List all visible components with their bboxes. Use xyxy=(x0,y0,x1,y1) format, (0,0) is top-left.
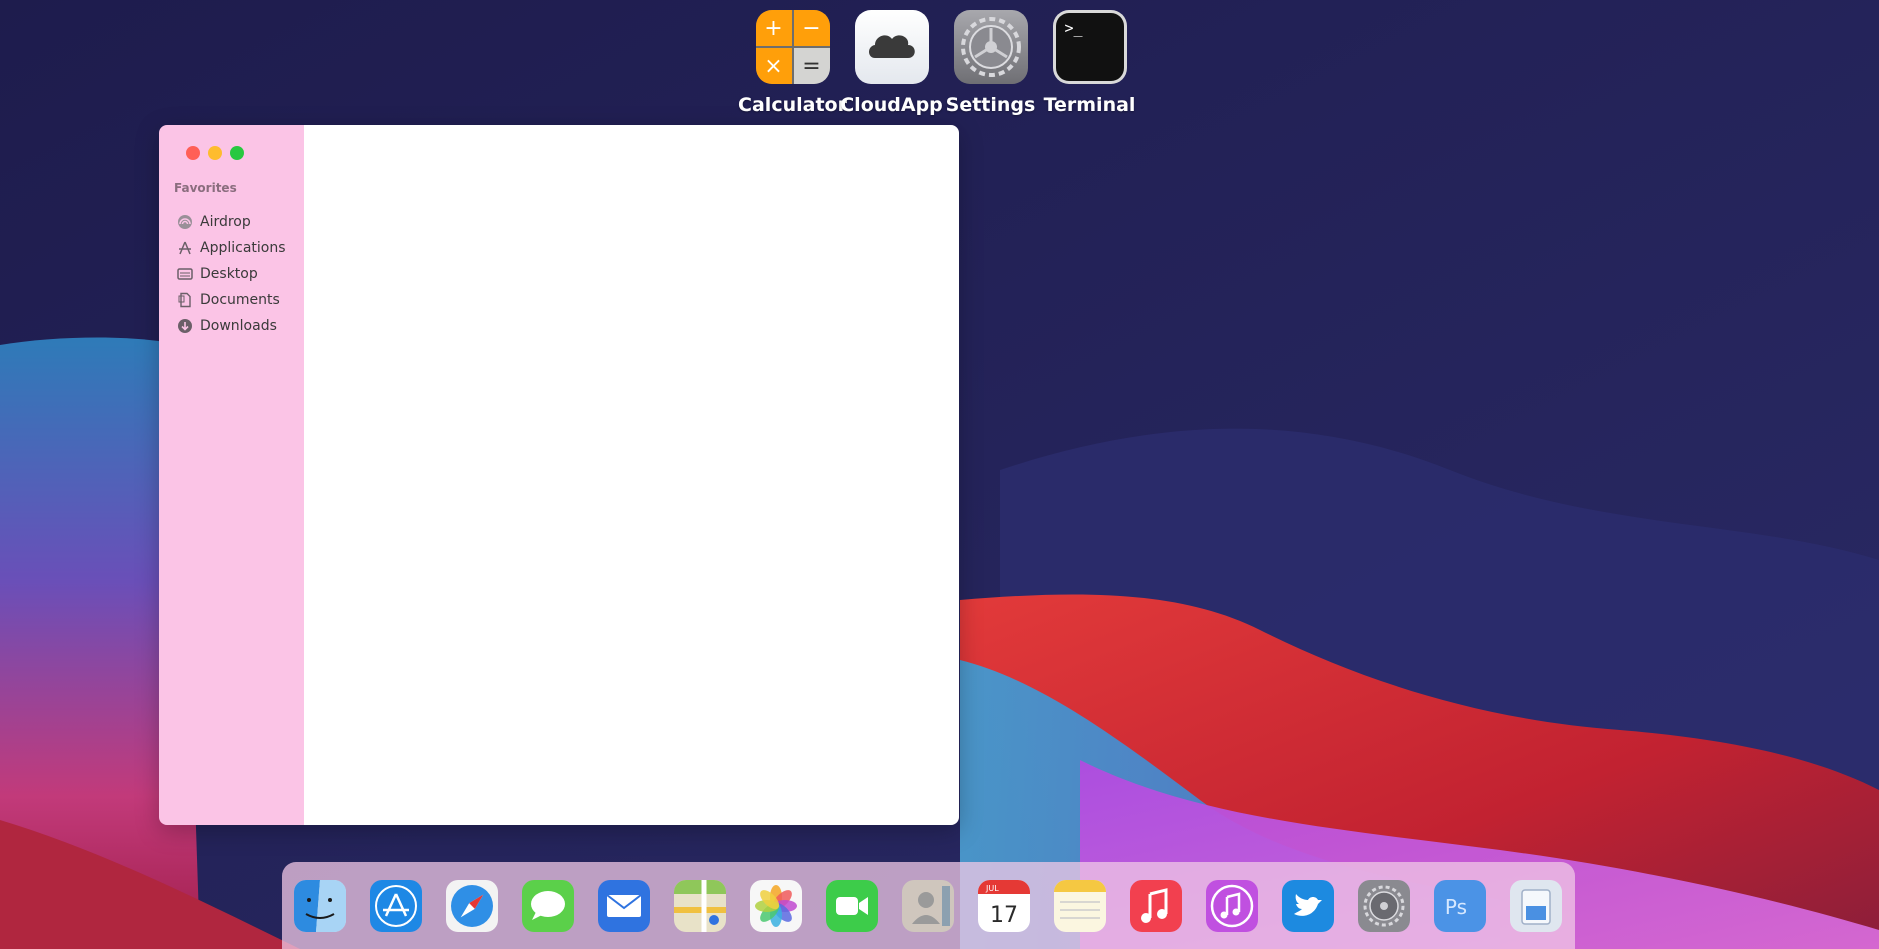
dock-facetime[interactable] xyxy=(826,879,878,932)
window-controls xyxy=(186,146,244,160)
facetime-icon xyxy=(826,879,878,932)
desktop-app-calculator[interactable]: + − × = Calculator xyxy=(738,10,847,116)
dock-maps[interactable] xyxy=(674,879,726,932)
twitter-icon xyxy=(1282,879,1334,932)
dock-contacts[interactable] xyxy=(902,879,954,932)
dock: JUL 17 Ps xyxy=(282,862,1575,949)
airdrop-icon xyxy=(176,213,194,231)
photoshop-icon: Ps xyxy=(1434,879,1486,932)
mail-icon xyxy=(598,879,650,932)
desktop-icon xyxy=(176,265,194,283)
sidebar-item-label: Applications xyxy=(200,240,286,256)
desktop-app-label: Calculator xyxy=(738,94,847,116)
dock-notes[interactable] xyxy=(1054,879,1106,932)
cloud-icon xyxy=(854,10,929,84)
app-store-icon xyxy=(370,879,422,932)
minus-glyph: − xyxy=(793,10,830,46)
downloads-icon xyxy=(176,317,194,335)
minimize-window-button[interactable] xyxy=(208,146,222,160)
photoshop-label: Ps xyxy=(1445,895,1467,919)
photos-icon xyxy=(750,879,802,932)
desktop-app-terminal[interactable]: >_ Terminal xyxy=(1040,10,1139,116)
sidebar-item-applications[interactable]: Applications xyxy=(176,235,286,261)
maps-icon xyxy=(674,879,726,932)
sidebar-heading: Favorites xyxy=(174,181,237,195)
equals-glyph: = xyxy=(793,48,830,84)
desktop-app-cloudapp[interactable]: CloudApp xyxy=(840,10,943,116)
dock-mail[interactable] xyxy=(598,879,650,932)
dock-calendar[interactable]: JUL 17 xyxy=(978,879,1030,932)
desktop-app-label: Terminal xyxy=(1043,94,1136,116)
preview-icon xyxy=(1510,879,1562,932)
sidebar-item-documents[interactable]: Documents xyxy=(176,287,286,313)
sidebar-item-label: Downloads xyxy=(200,318,277,334)
gear-icon xyxy=(1358,879,1410,932)
desktop-app-settings[interactable]: Settings xyxy=(941,10,1040,116)
sidebar-item-desktop[interactable]: Desktop xyxy=(176,261,286,287)
calculator-icon: + − × = xyxy=(755,10,830,84)
notes-icon xyxy=(1054,879,1106,932)
finder-icon xyxy=(294,879,346,932)
finder-sidebar: Favorites Airdrop Applications Desktop D… xyxy=(159,125,304,825)
safari-icon xyxy=(446,879,498,932)
dock-app-store[interactable] xyxy=(370,879,422,932)
music-icon xyxy=(1130,879,1182,932)
calendar-month: JUL xyxy=(985,884,999,893)
sidebar-item-label: Documents xyxy=(200,292,280,308)
sidebar-item-downloads[interactable]: Downloads xyxy=(176,313,286,339)
dock-system-preferences[interactable] xyxy=(1358,879,1410,932)
itunes-icon xyxy=(1206,879,1258,932)
sidebar-item-label: Desktop xyxy=(200,266,258,282)
finder-content-area[interactable] xyxy=(304,125,959,825)
dock-photos[interactable] xyxy=(750,879,802,932)
dock-preview[interactable] xyxy=(1510,879,1562,932)
terminal-icon: >_ xyxy=(1052,10,1127,84)
messages-icon xyxy=(522,879,574,932)
dock-music[interactable] xyxy=(1130,879,1182,932)
dock-finder[interactable] xyxy=(294,879,346,932)
sidebar-item-label: Airdrop xyxy=(200,214,251,230)
dock-photoshop[interactable]: Ps xyxy=(1434,879,1486,932)
applications-icon xyxy=(176,239,194,257)
calendar-icon: JUL 17 xyxy=(978,879,1030,932)
dock-messages[interactable] xyxy=(522,879,574,932)
plus-glyph: + xyxy=(755,10,792,46)
desktop-app-label: Settings xyxy=(945,94,1036,116)
documents-icon xyxy=(176,291,194,309)
times-glyph: × xyxy=(755,48,792,84)
sidebar-item-airdrop[interactable]: Airdrop xyxy=(176,209,286,235)
contacts-icon xyxy=(902,879,954,932)
terminal-prompt: >_ xyxy=(1055,13,1124,81)
maximize-window-button[interactable] xyxy=(230,146,244,160)
desktop-app-label: CloudApp xyxy=(840,94,943,116)
dock-itunes[interactable] xyxy=(1206,879,1258,932)
dock-safari[interactable] xyxy=(446,879,498,932)
gear-icon xyxy=(953,10,1028,84)
sidebar-favorites-list: Airdrop Applications Desktop Documents D… xyxy=(176,209,286,339)
dock-twitter[interactable] xyxy=(1282,879,1334,932)
calendar-day: 17 xyxy=(990,903,1018,928)
desktop-shortcuts: + − × = Calculator CloudApp Settings >_ … xyxy=(738,10,1139,116)
close-window-button[interactable] xyxy=(186,146,200,160)
finder-window: Favorites Airdrop Applications Desktop D… xyxy=(159,125,959,825)
